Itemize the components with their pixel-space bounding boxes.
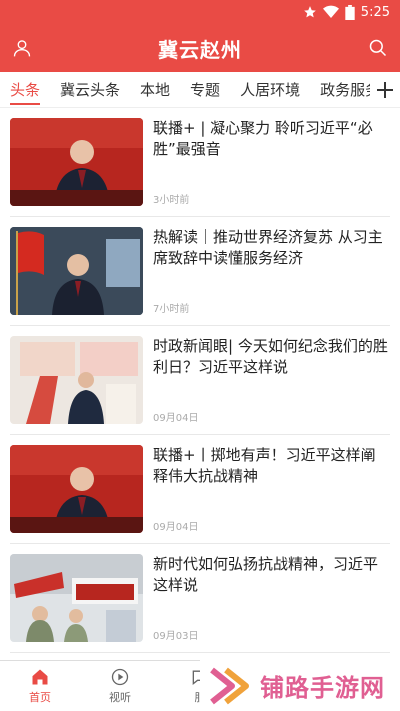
- watermark-logo-icon: [210, 667, 249, 704]
- status-time: 5:25: [360, 4, 390, 20]
- list-item[interactable]: 联播+ | 凝心聚力 聆听习近平“必胜”最强音 3小时前: [10, 108, 390, 217]
- tab-topics[interactable]: 专题: [180, 72, 230, 107]
- tab-headlines[interactable]: 头条: [0, 72, 50, 107]
- nav-home[interactable]: 首页: [0, 661, 80, 711]
- list-item[interactable]: 新时代如何弘扬抗战精神，习近平这样说 09月03日: [10, 544, 390, 653]
- play-icon: [111, 668, 129, 686]
- article-list: 联播+ | 凝心聚力 聆听习近平“必胜”最强音 3小时前 热解读｜推动世界经济复…: [0, 108, 400, 653]
- battery-icon: [345, 4, 355, 20]
- tab-government-services[interactable]: 政务服务: [310, 72, 372, 107]
- search-icon[interactable]: [368, 38, 388, 58]
- article-headline: 热解读｜推动世界经济复苏 从习主席致辞中读懂服务经济: [153, 228, 383, 267]
- list-item[interactable]: 联播+丨掷地有声！习近平这样阐释伟大抗战精神 09月04日: [10, 435, 390, 544]
- app-bar: 冀云赵州: [0, 24, 400, 72]
- list-item[interactable]: 时政新闻眼| 今天如何纪念我们的胜利日？习近平这样说 09月04日: [10, 326, 390, 435]
- tab-local[interactable]: 本地: [130, 72, 180, 107]
- article-headline: 联播+丨掷地有声！习近平这样阐释伟大抗战精神: [153, 446, 376, 485]
- article-thumbnail: [10, 227, 143, 315]
- nav-video[interactable]: 视听: [80, 661, 160, 711]
- article-time: 3小时前: [153, 195, 190, 206]
- article-time: 09月04日: [153, 413, 199, 424]
- tab-living-environment[interactable]: 人居环境: [230, 72, 310, 107]
- watermark-text: 铺路手游网: [260, 674, 385, 702]
- article-thumbnail: [10, 336, 143, 424]
- article-time: 7小时前: [153, 304, 190, 315]
- list-item[interactable]: 热解读｜推动世界经济复苏 从习主席致辞中读懂服务经济 7小时前: [10, 217, 390, 326]
- article-thumbnail: [10, 118, 143, 206]
- article-headline: 新时代如何弘扬抗战精神，习近平这样说: [153, 555, 379, 594]
- status-bar: 5:25: [0, 0, 400, 24]
- article-time: 09月04日: [153, 522, 199, 533]
- user-icon[interactable]: [12, 38, 32, 58]
- article-thumbnail: [10, 445, 143, 533]
- nav-video-label: 视听: [109, 691, 131, 704]
- add-channel-icon[interactable]: [370, 72, 400, 107]
- nav-home-label: 首页: [29, 691, 51, 704]
- article-headline: 联播+ | 凝心聚力 聆听习近平“必胜”最强音: [153, 119, 373, 158]
- star-icon: [303, 6, 316, 18]
- channel-tabs: 头条 冀云头条 本地 专题 人居环境 政务服务: [0, 72, 400, 108]
- home-icon: [32, 669, 48, 685]
- article-time: 09月03日: [153, 631, 199, 642]
- article-thumbnail: [10, 554, 143, 642]
- watermark: 铺路手游网: [200, 660, 400, 711]
- article-headline: 时政新闻眼| 今天如何纪念我们的胜利日？习近平这样说: [153, 337, 388, 376]
- wifi-icon: [322, 5, 339, 19]
- app-title: 冀云赵州: [158, 37, 242, 62]
- tab-jiyun-headlines[interactable]: 冀云头条: [50, 72, 130, 107]
